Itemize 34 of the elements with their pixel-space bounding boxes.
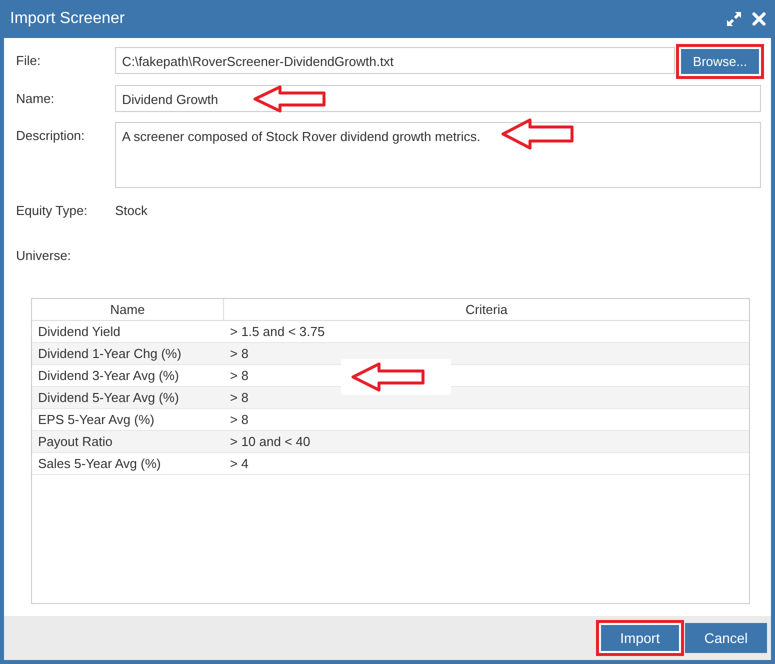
table-cell-text: Dividend 3-Year Avg (%) <box>37 368 180 383</box>
table-cell-text: > 1.5 and < 3.75 <box>229 324 326 339</box>
column-header[interactable]: Criteria <box>224 299 749 320</box>
description-label: Description: <box>16 127 86 143</box>
table-cell-text: > 8 <box>229 412 250 427</box>
table-cell-text: > 8 <box>229 346 250 361</box>
maximize-icon[interactable] <box>725 10 743 28</box>
table-cell-text: > 4 <box>229 456 250 471</box>
name-field[interactable]: Dividend Growth <box>115 85 761 112</box>
table-cell-text: Sales 5-Year Avg (%) <box>37 456 162 471</box>
table-cell-text: EPS 5-Year Avg (%) <box>37 412 156 427</box>
table-cell-text: > 8 <box>229 390 250 405</box>
close-icon[interactable] <box>751 11 767 27</box>
import-button[interactable]: Import <box>599 623 681 653</box>
equity-type-label: Equity Type: <box>16 203 88 218</box>
name-label: Name: <box>16 90 56 106</box>
table-row[interactable]: Payout Ratio > 10 and < 40 <box>32 431 749 453</box>
table-cell-text: Payout Ratio <box>37 434 114 449</box>
cancel-button[interactable]: Cancel <box>685 623 767 653</box>
table-row[interactable]: Sales 5-Year Avg (%) > 4 <box>32 453 749 475</box>
equity-type-value: Stock <box>115 203 148 218</box>
universe-label: Universe: <box>16 248 72 263</box>
table-cell-text: > 8 <box>229 368 250 383</box>
table-row[interactable]: Dividend 5-Year Avg (%) > 8 <box>32 387 749 409</box>
table-row[interactable]: Dividend 1-Year Chg (%) > 8 <box>32 343 749 365</box>
file-field[interactable]: C:\fakepath\RoverScreener-DividendGrowth.txt <box>115 47 675 74</box>
table-cell-text: Dividend Yield <box>37 324 122 339</box>
table-cell-text: > 10 and < 40 <box>229 434 312 449</box>
table-cell-text: Dividend 1-Year Chg (%) <box>37 346 182 361</box>
browse-button[interactable]: Browse... <box>679 47 761 76</box>
column-header[interactable]: Name <box>32 299 224 320</box>
file-label: File: <box>16 52 42 68</box>
window-title: Import Screener <box>10 10 126 28</box>
table-cell-text: Dividend 5-Year Avg (%) <box>37 390 180 405</box>
